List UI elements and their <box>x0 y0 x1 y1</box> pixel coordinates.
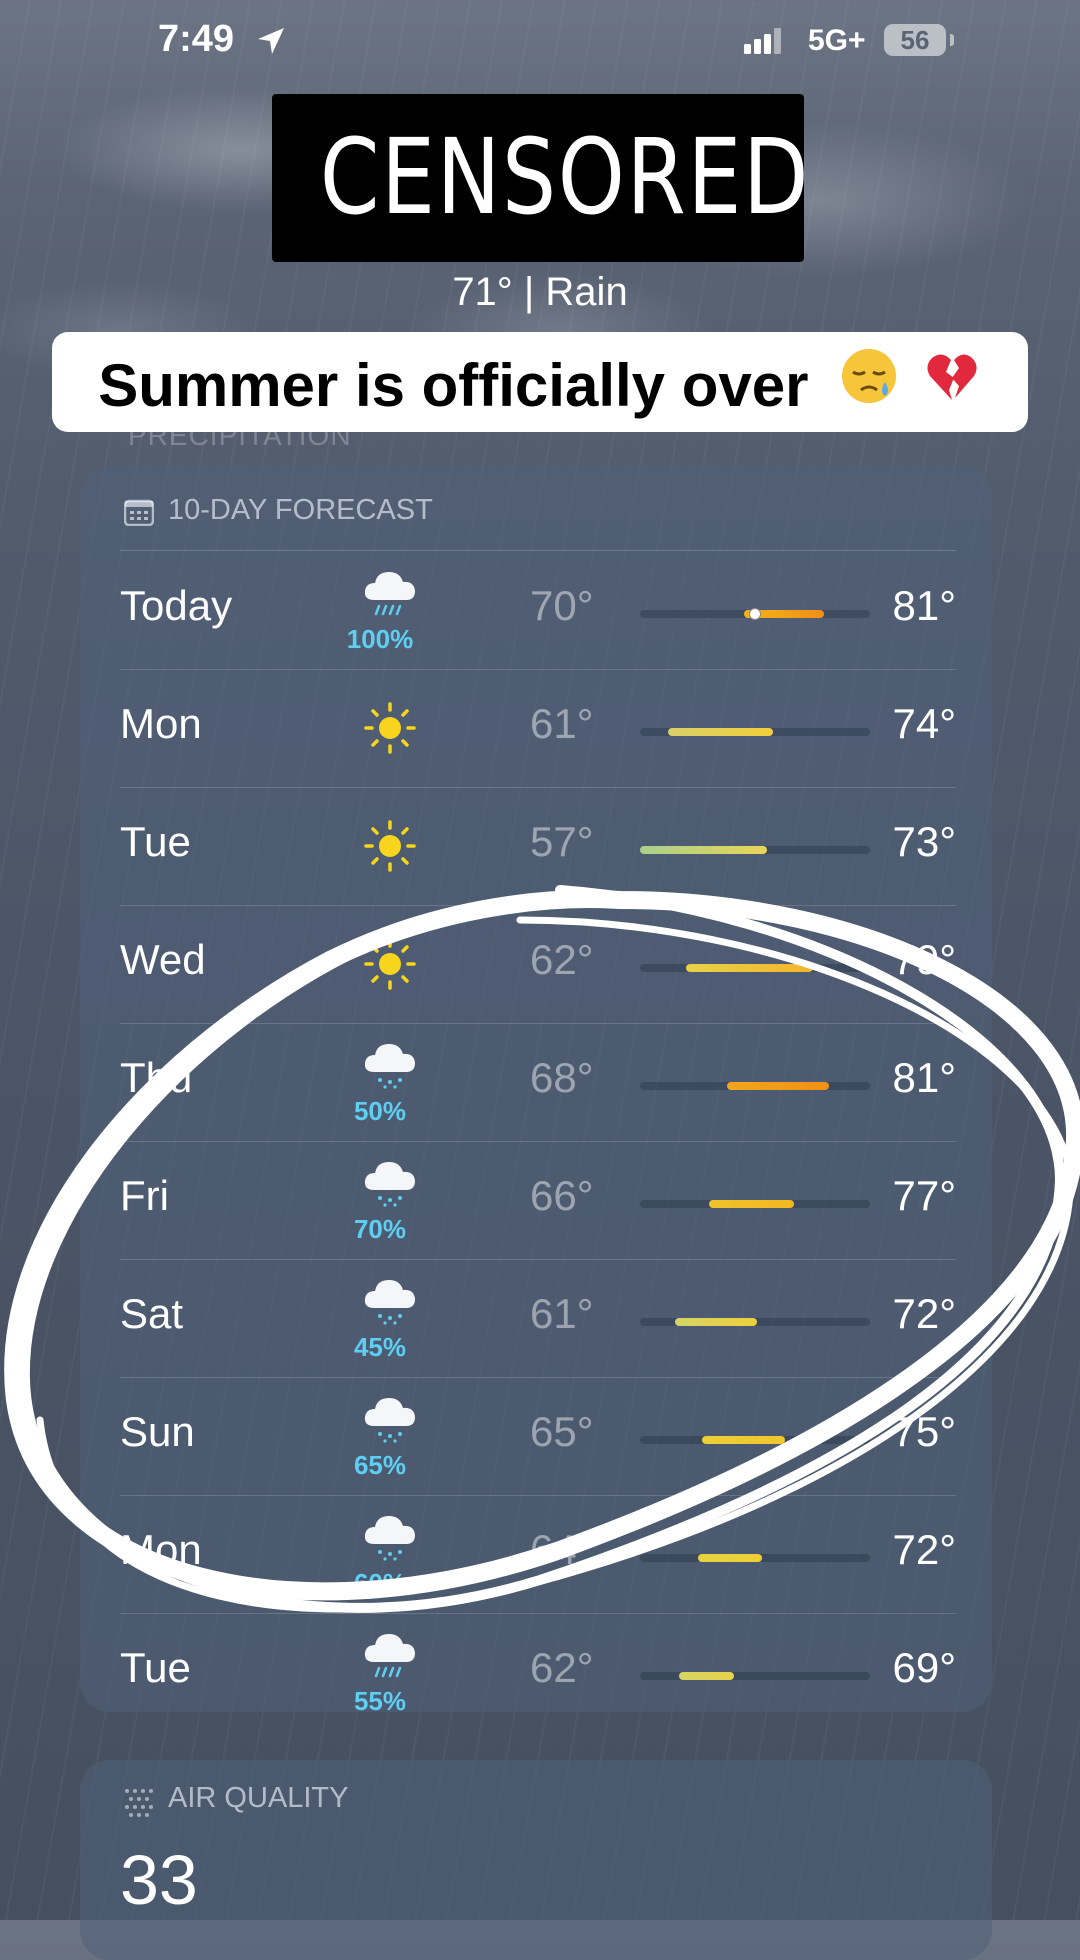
temp-range-track <box>640 728 870 736</box>
low-temp: 61° <box>530 1290 594 1337</box>
temp-range-track <box>640 1318 870 1326</box>
temp-range-track <box>640 608 870 620</box>
sun-icon <box>350 818 430 902</box>
forecast-card: 10-DAY FORECAST Today 100% 70° 81° Mon 61° 74°… <box>80 466 992 1716</box>
forecast-day: Fri <box>120 1172 169 1219</box>
forecast-day: Mon <box>120 1526 202 1573</box>
precip-chance: 100% <box>346 624 414 654</box>
status-bar: 7:49 5G+ 56 <box>0 0 1080 90</box>
temp-range-bar <box>674 1318 758 1326</box>
precip-chance: 55% <box>353 1686 407 1716</box>
temp-range-track <box>640 1082 870 1090</box>
forecast-row[interactable]: Thu 50% 68° 81° <box>120 1024 956 1142</box>
precip-chance: 70% <box>353 1214 407 1244</box>
temp-range-track <box>640 1200 870 1208</box>
high-temp: 73° <box>892 818 956 865</box>
precip-chance: 65% <box>353 1450 407 1480</box>
low-temp: 66° <box>530 1172 594 1219</box>
low-temp: 70° <box>530 582 594 629</box>
forecast-row[interactable]: Tue 55% 62° 69° <box>120 1614 956 1732</box>
low-temp: 68° <box>530 1054 594 1101</box>
divider <box>120 550 956 551</box>
current-conditions: 71° | Rain <box>452 270 628 314</box>
censored-label: CENSORED <box>319 116 811 238</box>
forecast-day: Mon <box>120 700 202 747</box>
high-temp: 72° <box>892 1290 956 1337</box>
low-temp: 62° <box>530 936 594 983</box>
current-temp-dot <box>749 608 761 620</box>
precipitation-label: PRECIPITATION <box>128 420 352 451</box>
forecast-row[interactable]: Mon 60% 64° 72° <box>120 1496 956 1614</box>
precip-chance: 50% <box>353 1096 407 1126</box>
temp-range-bar <box>702 1436 785 1444</box>
temp-range-track <box>640 1672 870 1680</box>
network-type: 5G+ <box>808 24 866 57</box>
sun-icon <box>350 936 430 1020</box>
forecast-row[interactable]: Sat 45% 61° 72° <box>120 1260 956 1378</box>
location-arrow-icon <box>256 26 286 61</box>
battery-icon: 56 <box>884 24 946 56</box>
air-quality-card[interactable]: AIR QUALITY 33 <box>80 1760 992 1960</box>
forecast-day: Today <box>120 582 233 629</box>
air-quality-title: AIR QUALITY <box>168 1782 349 1814</box>
temp-range-bar <box>679 1672 735 1680</box>
air-quality-icon <box>122 1786 156 1825</box>
temp-range-track <box>640 1554 870 1562</box>
precip-chance: 45% <box>353 1332 407 1362</box>
forecast-row[interactable]: Mon 61° 74° <box>120 670 956 788</box>
temp-range-track <box>640 1436 870 1444</box>
forecast-day: Tue <box>120 818 191 865</box>
forecast-row[interactable]: Wed 62° 79° <box>120 906 956 1024</box>
broken-heart-icon <box>922 336 982 436</box>
high-temp: 79° <box>892 936 956 983</box>
temp-range-bar <box>727 1082 829 1090</box>
forecast-row[interactable]: Tue 57° 73° <box>120 788 956 906</box>
low-temp: 64° <box>530 1526 594 1573</box>
low-temp: 57° <box>530 818 594 865</box>
sad-sweat-face-icon <box>839 336 899 436</box>
forecast-day: Thu <box>120 1054 193 1101</box>
temp-range-bar <box>667 728 774 736</box>
caption-text: Summer is officially over <box>98 352 809 420</box>
high-temp: 72° <box>892 1526 956 1573</box>
temp-range-bar <box>686 964 813 972</box>
forecast-day: Sat <box>120 1290 184 1337</box>
low-temp: 61° <box>530 700 594 747</box>
caption-banner: Summer is officially over <box>52 332 1028 432</box>
high-temp: 75° <box>892 1408 956 1455</box>
forecast-day: Wed <box>120 936 206 983</box>
forecast-row[interactable]: Today 100% 70° 81° <box>120 552 956 670</box>
high-temp: 74° <box>892 700 956 747</box>
signal-bars-icon <box>744 28 784 59</box>
forecast-day: Tue <box>120 1644 191 1691</box>
temp-range-track <box>640 964 870 972</box>
low-temp: 62° <box>530 1644 594 1691</box>
precip-chance: 60% <box>353 1568 407 1598</box>
temp-range-track <box>640 846 870 854</box>
status-time: 7:49 <box>158 18 235 60</box>
temp-range-bar <box>697 1554 762 1562</box>
battery-cap <box>950 34 954 46</box>
calendar-icon <box>123 498 155 531</box>
forecast-day: Sun <box>120 1408 195 1455</box>
forecast-title: 10-DAY FORECAST <box>168 494 433 526</box>
high-temp: 69° <box>892 1644 956 1691</box>
high-temp: 77° <box>892 1172 956 1219</box>
forecast-row[interactable]: Fri 70% 66° 77° <box>120 1142 956 1260</box>
high-temp: 81° <box>892 582 956 629</box>
air-quality-value: 33 <box>120 1841 198 1919</box>
low-temp: 65° <box>530 1408 594 1455</box>
censored-location-block: CENSORED <box>272 94 811 262</box>
high-temp: 81° <box>892 1054 956 1101</box>
temp-range-bar <box>709 1200 795 1208</box>
forecast-row[interactable]: Sun 65% 65° 75° <box>120 1378 956 1496</box>
temp-range-bar <box>640 846 767 854</box>
sun-icon <box>350 700 430 784</box>
